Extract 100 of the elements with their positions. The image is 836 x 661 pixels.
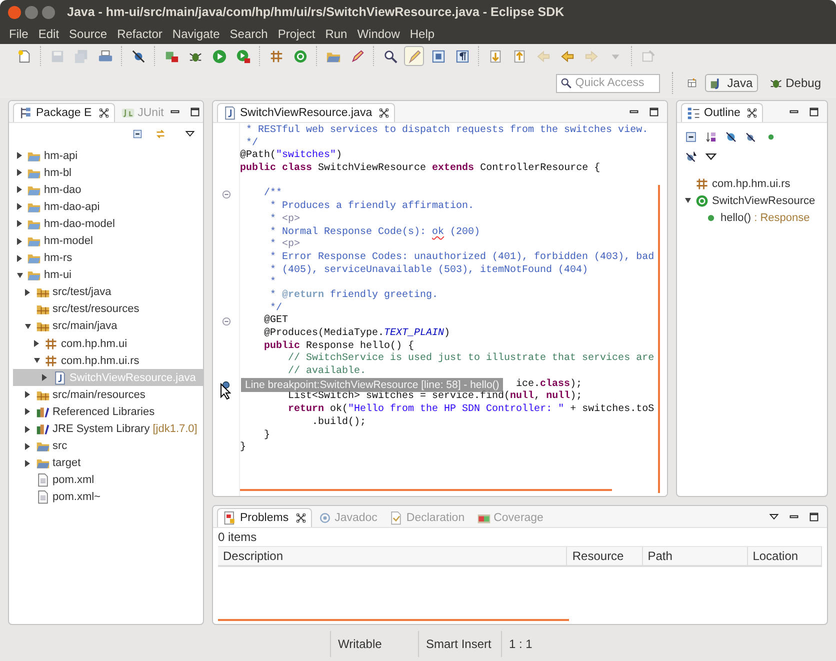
type-decoration: [jdk1.7.0]	[152, 423, 198, 436]
hide-local-icon[interactable]	[685, 151, 697, 163]
view-menu-icon[interactable]	[769, 512, 779, 522]
tree-item[interactable]: com.hp.hm.ui.rs	[13, 352, 203, 370]
tree-item[interactable]: hm-dao	[13, 181, 203, 198]
maximize-icon[interactable]	[649, 106, 659, 116]
tree-item[interactable]: hm-dao-api	[13, 198, 203, 216]
expand-arrow-icon[interactable]	[15, 238, 24, 245]
tree-item[interactable]: com.hp.hm.ui.rs	[681, 175, 827, 192]
tree-item[interactable]: Referenced Libraries	[13, 403, 203, 420]
fold-toggle-icon[interactable]	[222, 317, 230, 326]
code-line: * Normal Response Code(s): ok (200)	[269, 226, 480, 238]
package-icon	[44, 336, 58, 351]
column-header[interactable]: Resource	[567, 547, 643, 565]
expand-arrow-icon[interactable]	[15, 186, 24, 194]
breakpoint-tooltip: Line breakpoint:SwitchViewResource [line: 58] - hello()	[241, 378, 504, 392]
tree-item[interactable]: hm-api	[13, 147, 203, 164]
close-button[interactable]	[8, 6, 21, 18]
menu-item[interactable]: Refactor	[112, 27, 168, 41]
menu-item[interactable]: Help	[404, 27, 440, 41]
tree-item[interactable]: pom.xml~	[13, 488, 203, 506]
expand-arrow-icon[interactable]	[40, 374, 50, 382]
code-line: @Path("switches")	[240, 150, 342, 162]
outline-view-icon	[687, 106, 701, 120]
mouse-pointer-icon	[220, 383, 231, 400]
tree-item[interactable]: target	[13, 454, 203, 472]
minimize-button[interactable]	[25, 6, 38, 18]
expand-arrow-icon[interactable]	[24, 391, 32, 398]
tree-item[interactable]: src/test/java	[13, 284, 203, 301]
code-line: */	[269, 302, 282, 314]
collapse-arrow-icon[interactable]	[32, 357, 41, 364]
menu-item[interactable]: Run	[320, 27, 352, 41]
code-line: // SwitchService is used just to illustrate that services are	[287, 353, 654, 366]
expand-arrow-icon[interactable]	[24, 288, 32, 296]
collapse-all-icon[interactable]	[685, 131, 697, 143]
expand-arrow-icon[interactable]	[15, 169, 24, 176]
collapse-all-icon[interactable]	[131, 129, 144, 139]
menu-item[interactable]: File	[4, 27, 34, 41]
view-menu-icon[interactable]	[705, 151, 717, 163]
menu-item[interactable]: Navigate	[167, 27, 225, 41]
perspective-button[interactable]: Debug	[764, 74, 826, 92]
fold-toggle-icon[interactable]	[222, 190, 230, 200]
quick-access-field[interactable]: Quick Access	[556, 74, 660, 92]
column-header[interactable]: Path	[642, 547, 748, 565]
hide-fields-icon[interactable]	[725, 131, 737, 143]
tree-item[interactable]: hm-rs	[13, 250, 203, 267]
view-tab[interactable]: SwitchViewResource.java	[217, 103, 396, 122]
menu-item[interactable]: Project	[272, 27, 320, 41]
expand-arrow-icon[interactable]	[15, 203, 24, 210]
tree-item[interactable]: src/test/resources	[13, 300, 203, 318]
expand-arrow-icon[interactable]	[24, 426, 32, 433]
expand-arrow-icon[interactable]	[32, 340, 41, 348]
tree-item[interactable]: pom.xml	[13, 472, 203, 489]
tree-item[interactable]: SwitchViewResource	[681, 192, 827, 210]
column-header[interactable]: Location	[748, 547, 822, 565]
code-line: */	[245, 138, 258, 150]
menu-item[interactable]: Edit	[33, 27, 64, 41]
code-line: /**	[263, 188, 282, 200]
tree-item[interactable]: hm-model	[13, 232, 203, 250]
view-tab[interactable]: Problems	[217, 508, 312, 527]
marker-icon[interactable]	[404, 46, 424, 66]
tree-item[interactable]: hm-ui	[13, 266, 203, 284]
tree-item[interactable]: src/main/resources	[13, 386, 203, 404]
package-icon	[695, 176, 709, 191]
close-icon[interactable]	[296, 513, 306, 523]
expand-arrow-icon[interactable]	[24, 460, 32, 467]
tree-view-icon	[19, 106, 33, 120]
view-menu-icon[interactable]	[185, 129, 195, 139]
hide-static-icon[interactable]	[745, 131, 757, 143]
status-field: Writable	[330, 631, 418, 657]
tree-item[interactable]: com.hp.hm.ui	[13, 335, 203, 352]
collapse-arrow-icon[interactable]	[24, 322, 32, 330]
expand-arrow-icon[interactable]	[15, 220, 24, 228]
close-icon[interactable]	[379, 108, 390, 118]
column-header[interactable]: Description	[218, 547, 568, 565]
collapse-arrow-icon[interactable]	[15, 272, 24, 279]
sort-icon[interactable]	[705, 131, 717, 143]
tree-item[interactable]: src/main/java	[13, 318, 203, 336]
tree-item[interactable]: hm-dao-model	[13, 215, 203, 232]
maximize-button[interactable]	[42, 6, 55, 18]
perspective-button[interactable]: Java	[705, 74, 758, 92]
view-tab[interactable]: Outline	[681, 103, 764, 122]
expand-arrow-icon[interactable]	[15, 152, 24, 160]
collapse-arrow-icon[interactable]	[683, 197, 692, 204]
menu-item[interactable]: Source	[64, 27, 112, 41]
menu-item[interactable]: Window	[352, 27, 405, 41]
tree-item[interactable]: hm-bl	[13, 164, 203, 182]
expand-arrow-icon[interactable]	[15, 254, 24, 262]
menu-item[interactable]: Search	[224, 27, 273, 41]
maximize-icon[interactable]	[190, 106, 200, 116]
maximize-icon[interactable]	[809, 106, 819, 116]
view-tab[interactable]: Package E	[13, 103, 115, 122]
tree-item[interactable]: src	[13, 438, 203, 455]
close-icon[interactable]	[98, 108, 109, 118]
maximize-icon[interactable]	[809, 512, 819, 522]
close-icon[interactable]	[747, 108, 758, 118]
tree-item[interactable]: JRE System Library [jdk1.7.0]	[13, 420, 203, 438]
expand-arrow-icon[interactable]	[24, 408, 32, 416]
expand-arrow-icon[interactable]	[24, 442, 32, 450]
tree-item[interactable]: hello() : Response	[681, 209, 827, 226]
